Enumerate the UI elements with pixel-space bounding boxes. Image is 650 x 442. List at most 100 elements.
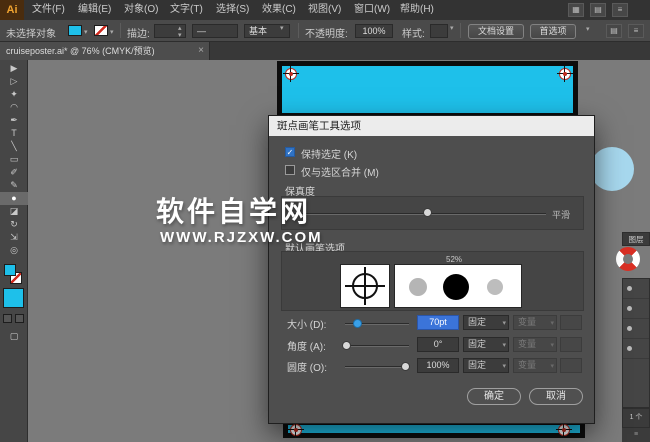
size-mode-value: 固定 xyxy=(468,317,487,327)
visibility-icon[interactable] xyxy=(627,326,632,331)
eraser-tool[interactable]: ◪ xyxy=(0,205,28,218)
menu-effect[interactable]: 效果(C) xyxy=(256,0,302,20)
style-dropdown-icon[interactable]: ▾ xyxy=(450,24,454,32)
draw-normal-icon[interactable] xyxy=(3,314,12,323)
cancel-button[interactable]: 取消 xyxy=(529,388,583,405)
style-swatch[interactable] xyxy=(430,24,448,38)
keep-selected-checkbox[interactable]: ✓ xyxy=(285,147,295,157)
roundness-variation-field xyxy=(560,358,582,373)
rectangle-tool[interactable]: ▭ xyxy=(0,153,28,166)
visibility-icon[interactable] xyxy=(627,286,632,291)
menu-select[interactable]: 选择(S) xyxy=(210,0,255,20)
menu-help[interactable]: 帮助(H) xyxy=(394,0,440,20)
angle-value-field[interactable]: 0° xyxy=(417,337,459,352)
workspace-icon[interactable]: ▤ xyxy=(590,3,606,17)
chevron-down-icon: ▾ xyxy=(502,342,506,349)
scale-tool[interactable]: ⇲ xyxy=(0,231,28,244)
menu-view[interactable]: 视图(V) xyxy=(302,0,347,20)
registration-mark-icon xyxy=(557,66,573,82)
variable-width-dropdown[interactable]: — xyxy=(192,24,238,38)
paintbrush-tool[interactable]: ✐ xyxy=(0,166,28,179)
lasso-tool[interactable]: ◠ xyxy=(0,101,28,114)
roundness-mode-dropdown[interactable]: 固定 ▾ xyxy=(463,358,509,373)
size-mode-dropdown[interactable]: 固定 ▾ xyxy=(463,315,509,330)
layer-row[interactable] xyxy=(623,279,649,299)
preferences-button[interactable]: 首选项 xyxy=(530,24,576,39)
roundness-mode-value: 固定 xyxy=(468,360,487,370)
brush-size-preview xyxy=(394,264,522,308)
size-max-circle xyxy=(487,279,503,295)
divider xyxy=(460,23,461,38)
layer-row[interactable] xyxy=(623,339,649,359)
artwork-lifebuoy xyxy=(616,247,640,271)
stroke-color-swatch[interactable] xyxy=(94,25,108,36)
size-value-field[interactable]: 70pt xyxy=(417,315,459,330)
more-options-icon[interactable]: ▾ xyxy=(586,25,590,33)
size-variation-value: 变量 xyxy=(518,317,537,327)
angle-mode-dropdown[interactable]: 固定 ▾ xyxy=(463,337,509,352)
screen-mode-icon[interactable]: ▢ xyxy=(0,330,28,343)
pencil-tool[interactable]: ✎ xyxy=(0,179,28,192)
stroke-dropdown-icon[interactable]: ▾ xyxy=(110,28,114,36)
fidelity-group: 平滑 xyxy=(281,196,584,230)
merge-only-checkbox[interactable] xyxy=(285,165,295,175)
menu-edit[interactable]: 编辑(E) xyxy=(72,0,117,20)
ok-button[interactable]: 确定 xyxy=(467,388,521,405)
document-title: cruiseposter.ai* @ 76% (CMYK/预览) xyxy=(6,46,155,56)
roundness-value-field[interactable]: 100% xyxy=(417,358,459,373)
close-tab-icon[interactable]: × xyxy=(198,42,204,60)
size-slider-handle[interactable] xyxy=(353,319,362,328)
panel-footer-icons[interactable]: ≡ xyxy=(622,428,650,442)
line-segment-tool[interactable]: ╲ xyxy=(0,140,28,153)
fill-dropdown-icon[interactable]: ▾ xyxy=(84,28,88,36)
keep-selected-label: 保持选定 (K) xyxy=(301,150,358,161)
angle-mode-value: 固定 xyxy=(468,339,487,349)
fill-color-swatch[interactable] xyxy=(68,25,82,36)
fill-proxy[interactable] xyxy=(4,264,16,276)
panel-toggle-icon[interactable]: ▤ xyxy=(606,24,622,38)
document-setup-button[interactable]: 文档设置 xyxy=(468,24,524,39)
layers-panel-tab[interactable]: 图层 xyxy=(622,232,650,246)
pen-tool[interactable]: ✒ xyxy=(0,114,28,127)
layer-row[interactable] xyxy=(623,319,649,339)
direct-selection-tool[interactable]: ▷ xyxy=(0,75,28,88)
smooth-label: 平滑 xyxy=(552,210,571,220)
preview-percent-label: 52% xyxy=(446,255,463,264)
fidelity-slider-handle[interactable] xyxy=(423,208,432,217)
stepper-down-icon[interactable]: ▾ xyxy=(178,31,182,39)
tools-panel: ▶ ▷ ✦ ◠ ✒ T ╲ ▭ ✐ ✎ ● ◪ ↻ ⇲ ◎ ▢ xyxy=(0,60,28,442)
layer-row[interactable] xyxy=(623,299,649,319)
document-tab[interactable]: cruiseposter.ai* @ 76% (CMYK/预览) × xyxy=(0,42,210,60)
visibility-icon[interactable] xyxy=(627,346,632,351)
brush-dropdown-icon[interactable]: ▾ xyxy=(280,24,284,32)
size-current-circle xyxy=(443,274,469,300)
menu-extras-icon[interactable]: ≡ xyxy=(612,3,628,17)
opacity-field[interactable]: 100% xyxy=(355,24,393,38)
fidelity-slider-track[interactable] xyxy=(294,213,546,215)
control-bar: 未选择对象 ▾ ▾ 描边: ▴ ▾ — 基本 ▾ 不透明度: 100% 样式: … xyxy=(0,20,650,42)
angle-slider-handle[interactable] xyxy=(342,341,351,350)
roundness-slider-handle[interactable] xyxy=(401,362,410,371)
selection-tool[interactable]: ▶ xyxy=(0,62,28,75)
zoom-tool[interactable]: ◎ xyxy=(0,244,28,257)
type-tool[interactable]: T xyxy=(0,127,28,140)
visibility-icon[interactable] xyxy=(627,306,632,311)
active-color-swatch[interactable] xyxy=(3,288,24,308)
menu-object[interactable]: 对象(O) xyxy=(118,0,164,20)
draw-behind-icon[interactable] xyxy=(15,314,24,323)
angle-variation-dropdown: 变量 ▾ xyxy=(513,337,557,352)
brush-shape-preview xyxy=(340,264,390,308)
menu-file[interactable]: 文件(F) xyxy=(26,0,71,20)
blob-brush-options-dialog: 斑点画笔工具选项 ✓ 保持选定 (K) 仅与选区合并 (M) 保真度 平滑 默认… xyxy=(268,115,595,424)
menu-window[interactable]: 窗口(W) xyxy=(348,0,396,20)
rotate-tool[interactable]: ↻ xyxy=(0,218,28,231)
arrange-documents-icon[interactable]: ▦ xyxy=(568,3,584,17)
blob-brush-tool[interactable]: ● xyxy=(0,192,28,205)
magic-wand-tool[interactable]: ✦ xyxy=(0,88,28,101)
chevron-down-icon: ▾ xyxy=(550,363,554,370)
control-menu-icon[interactable]: ≡ xyxy=(628,24,644,38)
angle-slider-track[interactable] xyxy=(345,345,409,347)
roundness-slider-track[interactable] xyxy=(345,366,409,368)
watermark-url: WWW.RJZXW.COM xyxy=(160,229,323,246)
menu-type[interactable]: 文字(T) xyxy=(164,0,209,20)
